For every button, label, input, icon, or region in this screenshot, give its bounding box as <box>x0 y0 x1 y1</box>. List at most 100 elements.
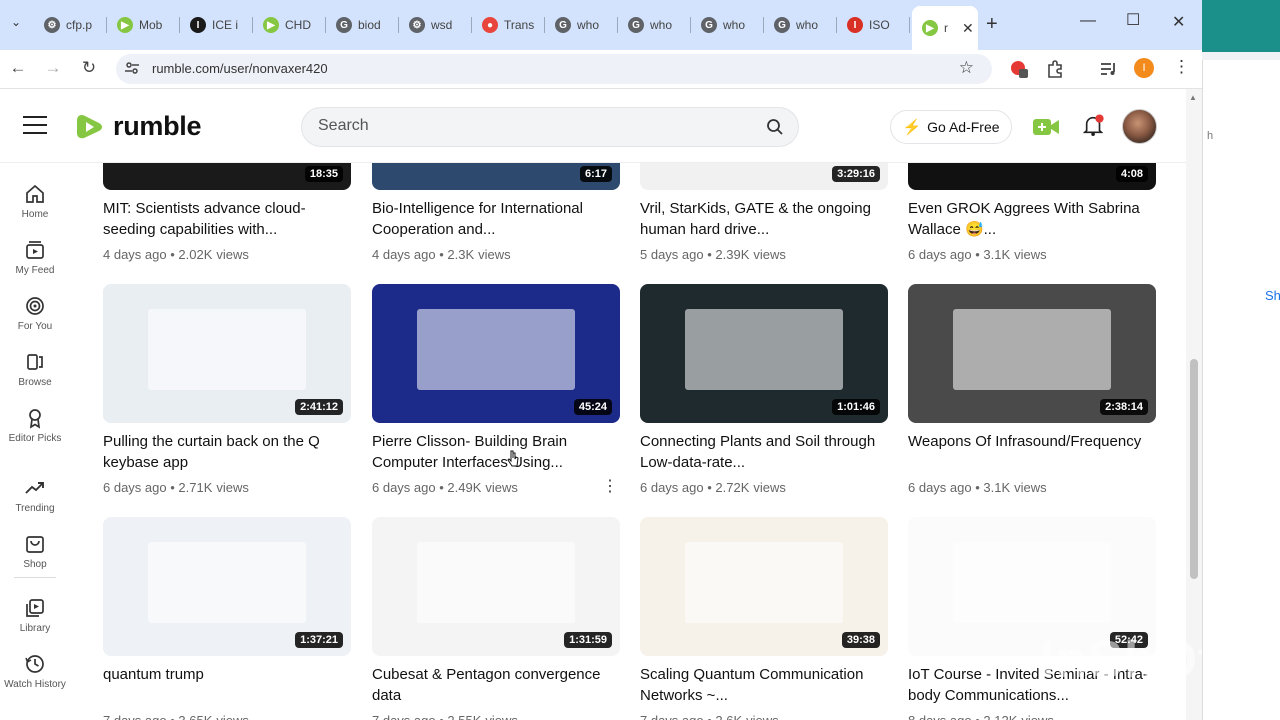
video-duration-badge: 3:29:16 <box>832 166 880 182</box>
browser-tab[interactable]: ● Trans <box>472 8 545 42</box>
video-title[interactable]: quantum trump <box>103 664 351 706</box>
maximize-icon[interactable]: ☐ <box>1126 10 1140 30</box>
video-title[interactable]: Vril, StarKids, GATE & the ongoing human… <box>640 198 888 240</box>
tab-label: who <box>650 18 673 32</box>
thumbnail-content <box>952 309 1112 390</box>
tab-favicon-icon: G <box>555 17 571 33</box>
browser-tab[interactable]: I ISO <box>837 8 910 42</box>
browser-tab[interactable]: ▶ CHD <box>253 8 326 42</box>
views-suffix: views <box>1014 480 1047 495</box>
browser-tab[interactable]: ⚙ wsd <box>399 8 472 42</box>
minimize-icon[interactable]: — <box>1080 12 1096 30</box>
rumble-logo[interactable]: rumble <box>75 111 202 142</box>
video-title[interactable]: Even GROK Aggrees With Sabrina Wallace 😅… <box>908 198 1156 240</box>
video-title[interactable]: Connecting Plants and Soil through Low-d… <box>640 431 888 473</box>
browser-tab[interactable]: Gwho <box>545 8 618 42</box>
extensions-puzzle-icon[interactable] <box>1045 59 1065 79</box>
scroll-up-icon[interactable]: ▲ <box>1189 93 1197 102</box>
video-thumbnail[interactable]: 45:24 <box>372 284 620 423</box>
video-age: 4 days ago <box>103 247 167 262</box>
video-thumbnail[interactable]: 39:38 <box>640 517 888 656</box>
hamburger-menu-icon[interactable] <box>23 116 47 134</box>
video-title[interactable]: Weapons Of Infrasound/Frequency <box>908 431 1156 473</box>
desktop-background: h Sh <box>1202 0 1280 720</box>
video-age: 5 days ago <box>640 247 704 262</box>
video-title[interactable]: Cubesat & Pentagon convergence data <box>372 664 620 706</box>
video-options-icon[interactable]: ⋮ <box>602 476 618 496</box>
video-thumbnail[interactable]: 2:38:14 <box>908 284 1156 423</box>
profile-avatar[interactable]: I <box>1134 58 1154 78</box>
tab-active[interactable]: ▶ r ✕ <box>912 6 978 50</box>
upload-video-icon[interactable] <box>1032 116 1060 138</box>
video-title[interactable]: Pierre Clisson- Building Brain Computer … <box>372 431 620 473</box>
tab-favicon-icon: ⚙ <box>409 17 425 33</box>
forward-icon[interactable]: → <box>43 58 63 78</box>
browser-tab[interactable]: ▶ Mob <box>107 8 180 42</box>
video-thumbnail[interactable]: 18:35 <box>103 163 351 190</box>
sidebar-item-editor-picks[interactable]: Editor Picks <box>0 407 70 445</box>
browser-tab[interactable]: ⚙ cfp.p <box>34 8 107 42</box>
video-meta: 6 days ago • 3.1K views <box>908 247 1047 262</box>
bookmark-star-icon[interactable]: ☆ <box>959 58 974 78</box>
address-bar[interactable]: rumble.com/user/nonvaxer420 ☆ <box>116 54 992 84</box>
background-window: h Sh <box>1202 60 1280 720</box>
new-tab-icon[interactable]: + <box>986 13 998 36</box>
sidebar-item-watch-history[interactable]: Watch History <box>0 653 70 691</box>
video-thumbnail[interactable]: 1:37:21 <box>103 517 351 656</box>
browser-tab[interactable]: Gbiod <box>326 8 399 42</box>
video-thumbnail[interactable]: 2:41:12 <box>103 284 351 423</box>
sidebar-item-shop[interactable]: Shop <box>0 533 70 571</box>
rumble-logo-icon <box>77 114 102 138</box>
sidebar-label: Trending <box>15 503 55 514</box>
tab-label: who <box>796 18 819 32</box>
media-controls-icon[interactable] <box>1098 59 1118 79</box>
video-thumbnail[interactable]: 1:31:59 <box>372 517 620 656</box>
browser-tab[interactable]: Gwho <box>618 8 691 42</box>
views-suffix: views <box>216 247 249 262</box>
video-thumbnail[interactable]: 1:01:46 <box>640 284 888 423</box>
go-ad-free-button[interactable]: ⚡ Go Ad-Free <box>890 110 1012 144</box>
back-icon[interactable]: ← <box>8 58 28 78</box>
video-thumbnail[interactable]: 3:29:16 <box>640 163 888 190</box>
video-views: 3.1K <box>983 480 1011 495</box>
browser-tab[interactable]: Gwho <box>691 8 764 42</box>
video-thumbnail[interactable]: 4:08 <box>908 163 1156 190</box>
browser-tab[interactable]: Gwho <box>764 8 837 42</box>
extension-record-icon[interactable] <box>1009 59 1029 79</box>
video-title[interactable]: MIT: Scientists advance cloud-seeding ca… <box>103 198 351 240</box>
tab-label: Trans <box>504 18 535 32</box>
sidebar-item-browse[interactable]: Browse <box>0 351 70 389</box>
video-views: 2.3K <box>447 247 475 262</box>
bolt-icon: ⚡ <box>902 119 922 136</box>
sidebar-item-my-feed[interactable]: My Feed <box>0 239 70 277</box>
sidebar-item-for-you[interactable]: For You <box>0 295 70 333</box>
browser-tab[interactable]: I ICE i <box>180 8 253 42</box>
sidebar-item-trending[interactable]: Trending <box>0 477 70 515</box>
video-title[interactable]: Pulling the curtain back on the Q keybas… <box>103 431 351 473</box>
tab-label: CHD <box>285 18 311 32</box>
video-title[interactable]: Scaling Quantum Communication Networks ~… <box>640 664 888 706</box>
video-views: 2.71K <box>178 480 213 495</box>
search-icon[interactable] <box>766 118 784 136</box>
trending-icon <box>25 482 44 494</box>
site-settings-icon[interactable] <box>124 60 140 76</box>
sidebar-item-home[interactable]: Home <box>0 183 70 221</box>
sidebar-item-library[interactable]: Library <box>0 597 70 635</box>
close-window-icon[interactable]: ✕ <box>1172 12 1185 32</box>
sidebar-label: Browse <box>18 377 52 388</box>
history-icon <box>25 655 44 673</box>
tab-search-icon[interactable]: ⌄ <box>6 15 26 35</box>
reload-icon[interactable]: ↻ <box>79 58 99 78</box>
search-input[interactable] <box>318 117 738 135</box>
video-title[interactable]: Bio-Intelligence for International Coope… <box>372 198 620 240</box>
video-meta: 5 days ago • 2.39K views <box>640 247 786 262</box>
library-icon <box>26 599 44 617</box>
close-tab-icon[interactable]: ✕ <box>962 20 974 37</box>
browser-menu-icon[interactable]: ⋮ <box>1173 57 1190 77</box>
notifications-bell-icon[interactable] <box>1080 114 1108 136</box>
user-avatar[interactable] <box>1122 109 1157 144</box>
scrollbar-thumb[interactable] <box>1190 359 1198 579</box>
video-duration-badge: 45:24 <box>573 399 612 415</box>
video-thumbnail[interactable]: 6:17 <box>372 163 620 190</box>
page-scrollbar[interactable]: ▲ <box>1186 89 1202 720</box>
